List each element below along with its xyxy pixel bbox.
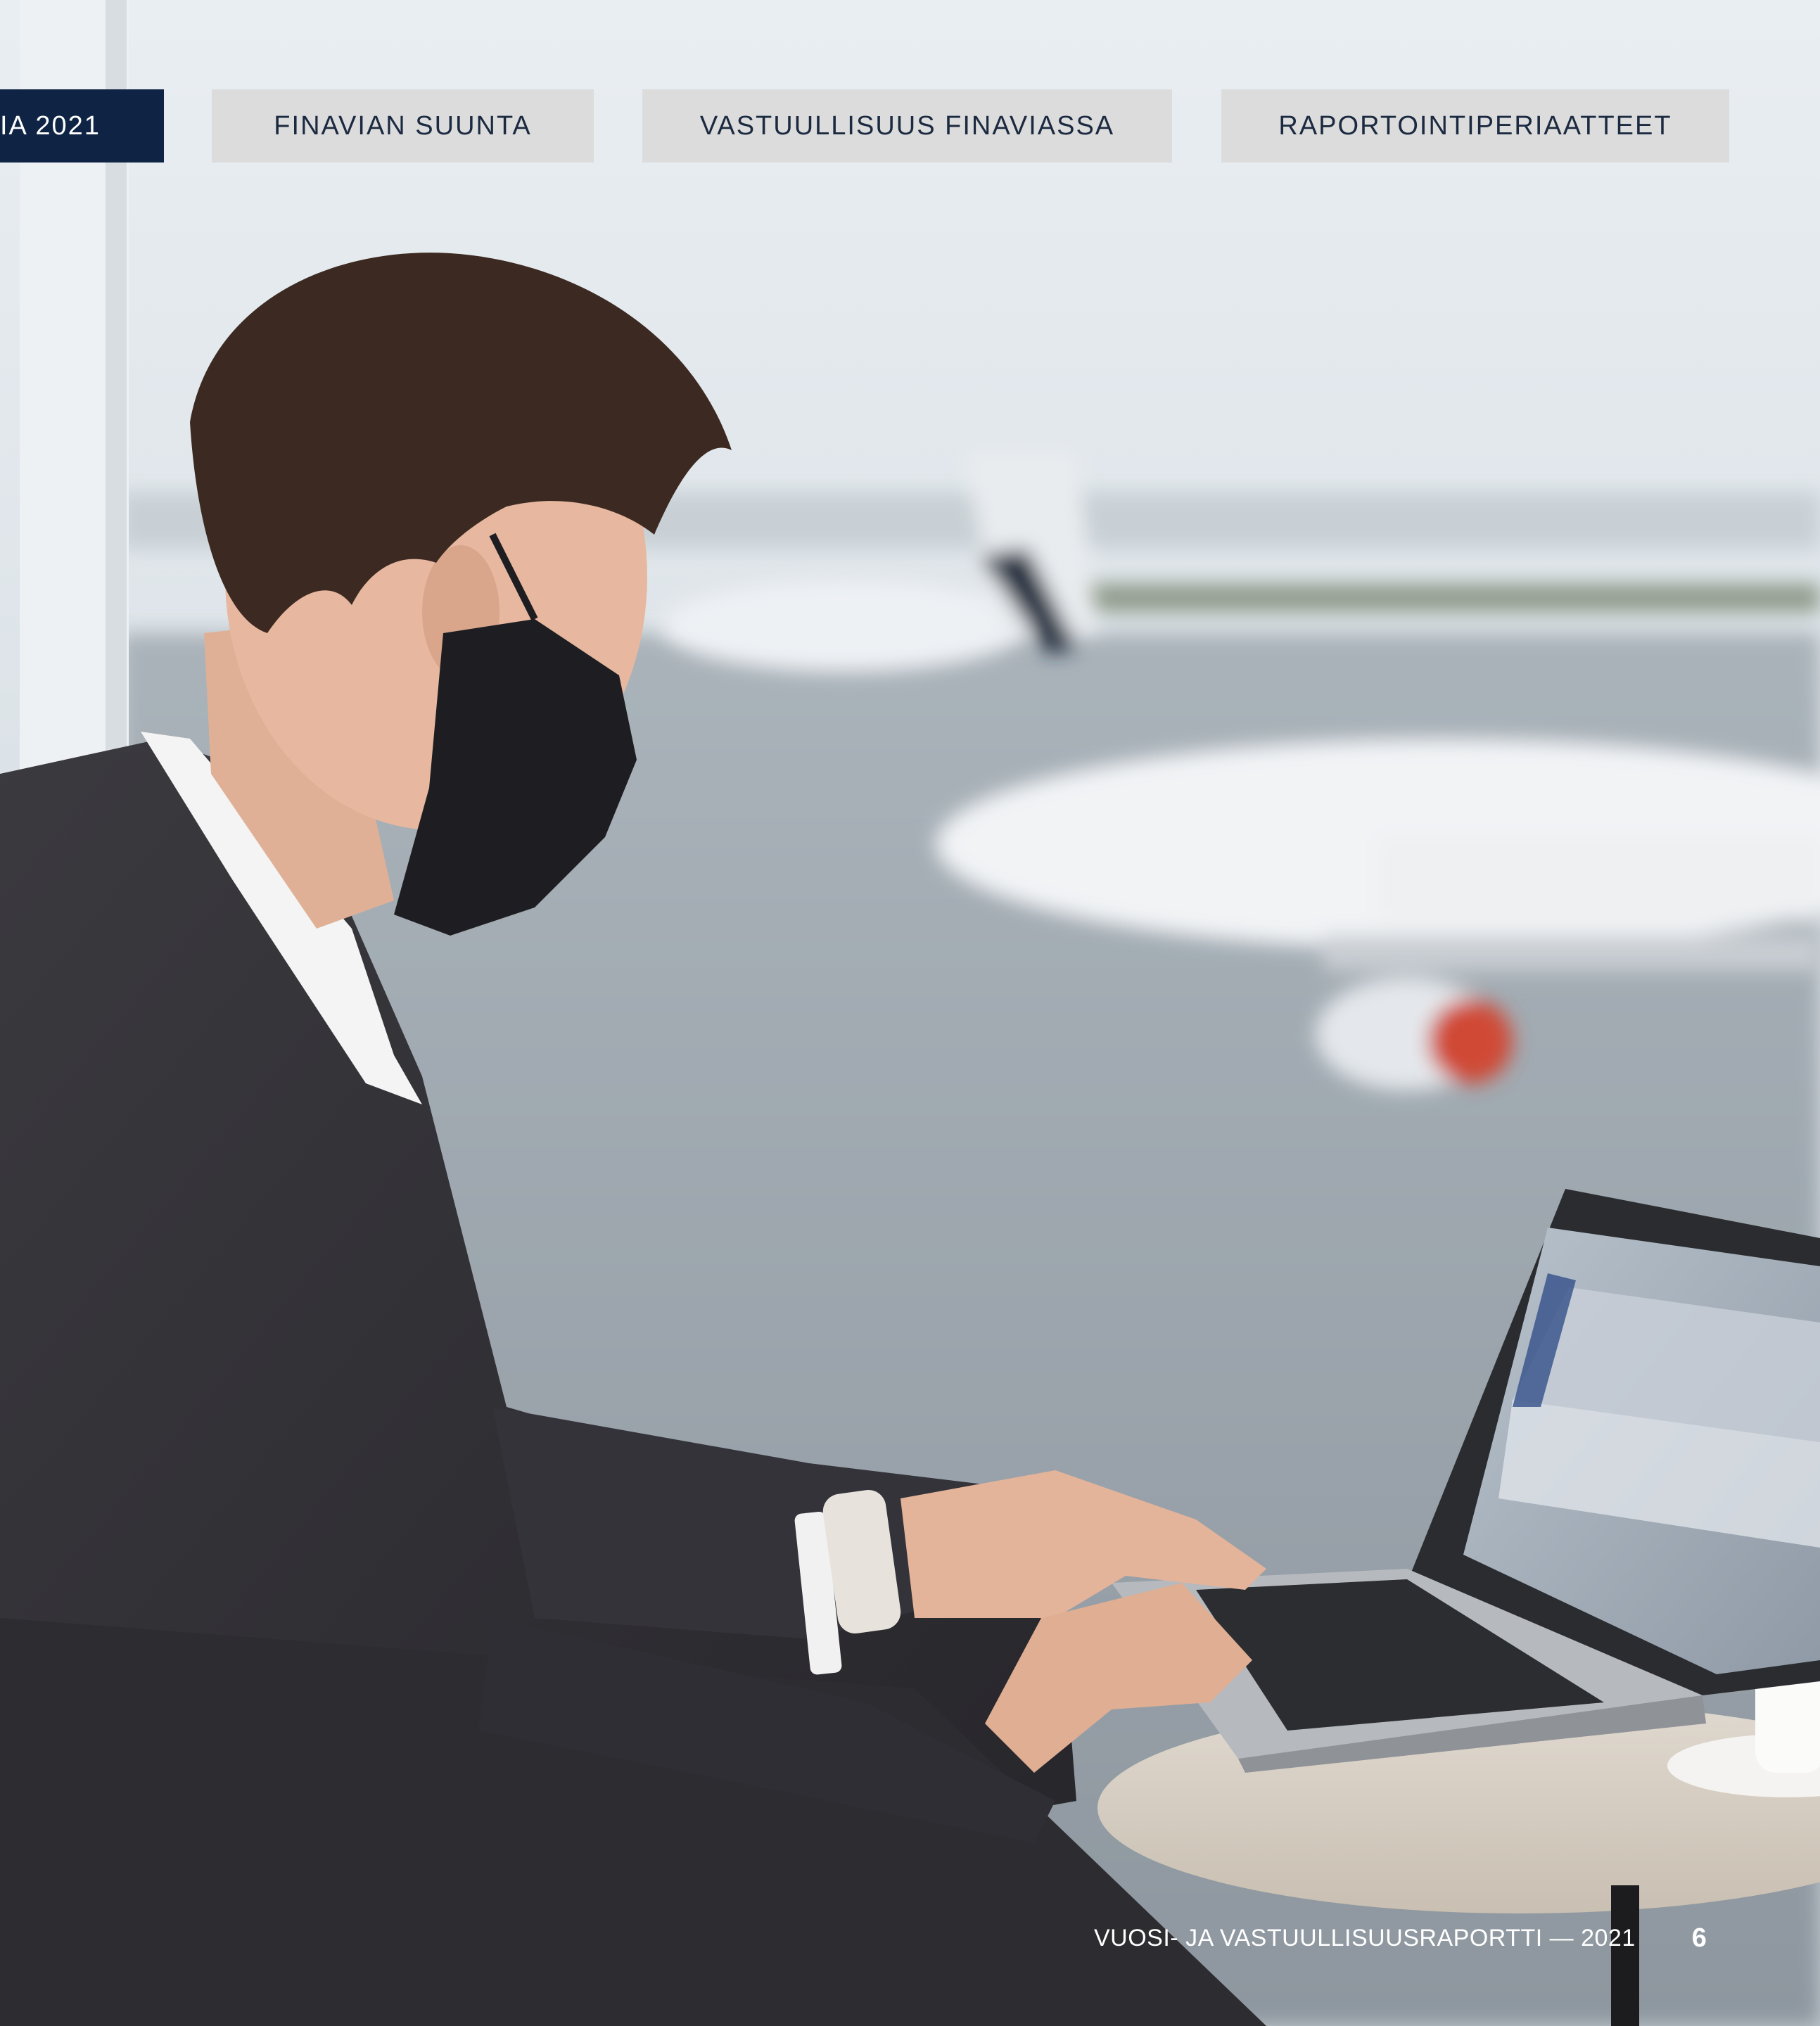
page-footer: VUOSI- JA VASTUULLISUUSRAPORTTI — 2021 6 — [1094, 1917, 1707, 1959]
tab-vastuullisuus-finaviassa[interactable]: VASTUULLISUUS FINAVIASSA — [642, 89, 1172, 163]
tab-finavian-suunta[interactable]: FINAVIAN SUUNTA — [212, 89, 594, 163]
tab-raportointiperiaatteet[interactable]: RAPORTOINTIPERIAATTEET — [1221, 89, 1729, 163]
hero-photo — [0, 0, 1820, 2026]
report-title: VUOSI- JA VASTUULLISUUSRAPORTTI — 2021 — [1094, 1924, 1636, 1951]
tab-report-2021[interactable]: IA 2021 — [0, 89, 164, 163]
page-number: 6 — [1691, 1923, 1707, 1953]
